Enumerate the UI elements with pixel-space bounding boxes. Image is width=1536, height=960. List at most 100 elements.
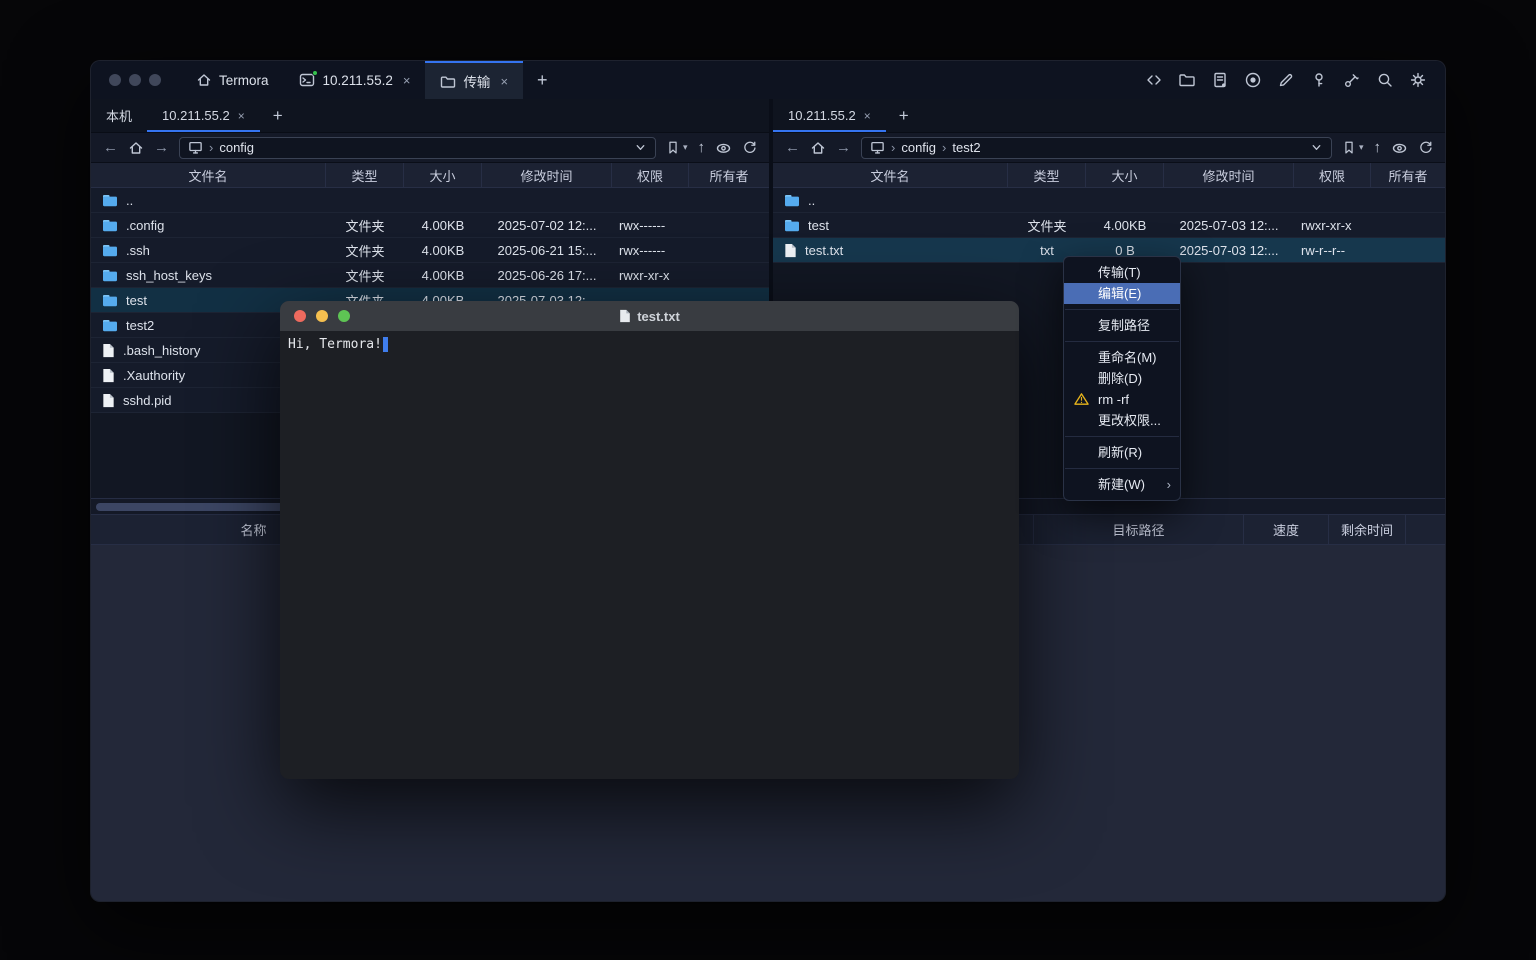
zoom-window-button[interactable] [149, 74, 161, 86]
folder-icon [784, 219, 800, 232]
menu-item-edit[interactable]: 编辑(E) [1064, 283, 1180, 304]
column-header-perms[interactable]: 权限 [612, 163, 689, 187]
file-name: test [126, 293, 147, 308]
code-icon[interactable] [1145, 71, 1163, 89]
file-icon [102, 393, 115, 408]
right-panel-tabstrip: 10.211.55.2 × + [773, 99, 1445, 133]
connection-status-dot [312, 70, 318, 76]
column-header-mtime[interactable]: 修改时间 [1164, 163, 1294, 187]
notes-icon[interactable] [1211, 71, 1229, 89]
column-header-perms[interactable]: 权限 [1294, 163, 1371, 187]
breadcrumb-segment[interactable]: test2 [952, 140, 980, 155]
home-button[interactable] [128, 140, 144, 156]
folder-icon [102, 294, 118, 307]
table-row[interactable]: .. [91, 188, 769, 213]
close-tab-icon[interactable]: × [403, 73, 411, 88]
column-header-remaining-time[interactable]: 剩余时间 [1328, 515, 1406, 544]
menu-item-rm-rf[interactable]: rm -rf [1064, 389, 1180, 410]
left-tab-remote[interactable]: 10.211.55.2 × [147, 99, 260, 132]
editor-minimize-button[interactable] [316, 310, 328, 322]
tab-termora-home[interactable]: Termora [181, 61, 284, 99]
right-new-tab-button[interactable]: + [886, 99, 922, 132]
menu-item-label: rm -rf [1098, 392, 1129, 407]
key-icon[interactable] [1310, 71, 1328, 89]
parent-directory-button[interactable]: ↑ [698, 140, 706, 155]
titlebar-toolbar [1145, 61, 1445, 99]
column-header-mtime[interactable]: 修改时间 [482, 163, 612, 187]
menu-item-new[interactable]: 新建(W) › [1064, 474, 1180, 495]
breadcrumb-segment[interactable]: config [901, 140, 936, 155]
right-tab-remote[interactable]: 10.211.55.2 × [773, 99, 886, 132]
show-hidden-files-icon[interactable] [715, 140, 732, 156]
column-header-owner[interactable]: 所有者 [689, 163, 769, 187]
close-tab-icon[interactable]: × [864, 109, 871, 123]
show-hidden-files-icon[interactable] [1391, 140, 1408, 156]
editor-text-area[interactable]: Hi, Termora! [280, 331, 1019, 358]
column-header-type[interactable]: 类型 [1008, 163, 1086, 187]
file-name: .. [808, 193, 815, 208]
tab-transfer[interactable]: 传输 × [425, 61, 523, 99]
close-window-button[interactable] [109, 74, 121, 86]
menu-item-copy-path[interactable]: 复制路径 [1064, 315, 1180, 336]
back-button[interactable]: ← [103, 140, 118, 155]
tab-ssh-session[interactable]: 10.211.55.2 × [284, 61, 426, 99]
close-tab-icon[interactable]: × [238, 109, 245, 123]
chevron-down-icon[interactable] [634, 141, 647, 154]
pencil-icon[interactable] [1277, 71, 1295, 89]
table-row[interactable]: ssh_host_keys 文件夹 4.00KB 2025-06-26 17:.… [91, 263, 769, 288]
settings-icon[interactable] [1409, 71, 1427, 89]
editor-titlebar[interactable]: test.txt [280, 301, 1019, 331]
forward-button[interactable]: → [836, 140, 851, 155]
breadcrumb-separator: › [209, 140, 213, 155]
file-icon [102, 368, 115, 383]
left-tab-local[interactable]: 本机 [91, 99, 147, 132]
refresh-icon[interactable] [742, 140, 757, 155]
bookmark-control[interactable]: ▾ [1342, 140, 1364, 155]
folder-icon [102, 319, 118, 332]
column-header-filename[interactable]: 文件名 [91, 163, 326, 187]
folder-icon[interactable] [1178, 71, 1196, 89]
breadcrumb-segment[interactable]: config [219, 140, 254, 155]
table-row[interactable]: .config 文件夹 4.00KB 2025-07-02 12:... rwx… [91, 213, 769, 238]
column-header-size[interactable]: 大小 [1086, 163, 1164, 187]
refresh-icon[interactable] [1418, 140, 1433, 155]
bookmark-control[interactable]: ▾ [666, 140, 688, 155]
back-button[interactable]: ← [785, 140, 800, 155]
editor-zoom-button[interactable] [338, 310, 350, 322]
table-row[interactable]: test 文件夹 4.00KB 2025-07-03 12:... rwxr-x… [773, 213, 1445, 238]
column-header-type[interactable]: 类型 [326, 163, 404, 187]
menu-item-rename[interactable]: 重命名(M) [1064, 347, 1180, 368]
breadcrumb-separator: › [891, 140, 895, 155]
left-new-tab-button[interactable]: + [260, 99, 296, 132]
column-header-owner[interactable]: 所有者 [1371, 163, 1445, 187]
tab-label: 10.211.55.2 [323, 73, 393, 88]
close-tab-icon[interactable]: × [500, 74, 508, 89]
home-button[interactable] [810, 140, 826, 156]
menu-item-delete[interactable]: 删除(D) [1064, 368, 1180, 389]
new-tab-button[interactable]: + [523, 61, 562, 99]
bookmark-icon [666, 140, 680, 155]
left-path-input[interactable]: › config [179, 137, 656, 159]
table-row[interactable]: .. [773, 188, 1445, 213]
column-header-target-path[interactable]: 目标路径 [1033, 515, 1243, 544]
menu-item-transfer[interactable]: 传输(T) [1064, 262, 1180, 283]
right-path-input[interactable]: › config › test2 [861, 137, 1332, 159]
keychain-icon[interactable] [1343, 71, 1361, 89]
column-header-speed[interactable]: 速度 [1243, 515, 1328, 544]
chevron-down-icon[interactable] [1310, 141, 1323, 154]
folder-icon [440, 74, 456, 89]
search-icon[interactable] [1376, 71, 1394, 89]
editor-close-button[interactable] [294, 310, 306, 322]
menu-item-refresh[interactable]: 刷新(R) [1064, 442, 1180, 463]
forward-button[interactable]: → [154, 140, 169, 155]
table-row[interactable]: .ssh 文件夹 4.00KB 2025-06-21 15:... rwx---… [91, 238, 769, 263]
editor-title: test.txt [637, 309, 680, 324]
minimize-window-button[interactable] [129, 74, 141, 86]
window-titlebar[interactable]: Termora 10.211.55.2 × [91, 61, 1445, 99]
parent-directory-button[interactable]: ↑ [1374, 140, 1382, 155]
submenu-arrow-icon: › [1167, 474, 1171, 495]
column-header-size[interactable]: 大小 [404, 163, 482, 187]
record-icon[interactable] [1244, 71, 1262, 89]
menu-item-change-permissions[interactable]: 更改权限... [1064, 410, 1180, 431]
column-header-filename[interactable]: 文件名 [773, 163, 1008, 187]
